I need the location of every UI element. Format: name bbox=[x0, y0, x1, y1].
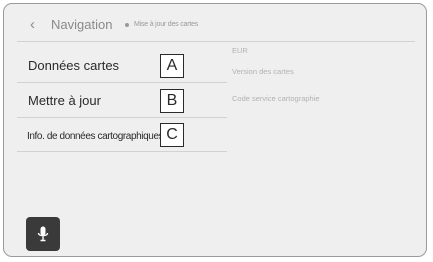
chevron-left-icon: ‹ bbox=[30, 16, 35, 33]
menu-item-map-info[interactable]: Info. de données cartographiques C bbox=[17, 118, 227, 152]
header: ‹ Navigation Mise à jour des cartes bbox=[4, 4, 426, 42]
map-version-label: Version des cartes bbox=[232, 67, 294, 76]
menu-item-label: Données cartes bbox=[28, 58, 120, 73]
callout-label: A bbox=[160, 54, 184, 78]
breadcrumb-separator bbox=[125, 23, 129, 27]
divider bbox=[17, 151, 227, 152]
callout-label: B bbox=[160, 89, 184, 113]
page-title: Navigation bbox=[51, 17, 113, 32]
menu-item-label: Info. de données cartographiques bbox=[27, 131, 164, 142]
page-subtitle: Mise à jour des cartes bbox=[134, 21, 199, 28]
map-update-screen: ‹ Navigation Mise à jour des cartes Donn… bbox=[3, 3, 427, 257]
menu-item-update[interactable]: Mettre à jour B bbox=[17, 84, 227, 118]
callout-label: C bbox=[160, 123, 184, 147]
menu-item-map-data[interactable]: Données cartes A bbox=[17, 49, 227, 83]
header-divider bbox=[17, 41, 415, 42]
divider bbox=[17, 82, 227, 83]
microphone-icon bbox=[37, 226, 49, 242]
voice-command-button[interactable] bbox=[26, 217, 60, 251]
menu-item-label: Mettre à jour bbox=[28, 93, 101, 108]
service-code-label: Code service cartographie bbox=[232, 94, 320, 103]
back-button[interactable]: ‹ bbox=[30, 16, 44, 34]
region-value: EUR bbox=[232, 46, 248, 55]
